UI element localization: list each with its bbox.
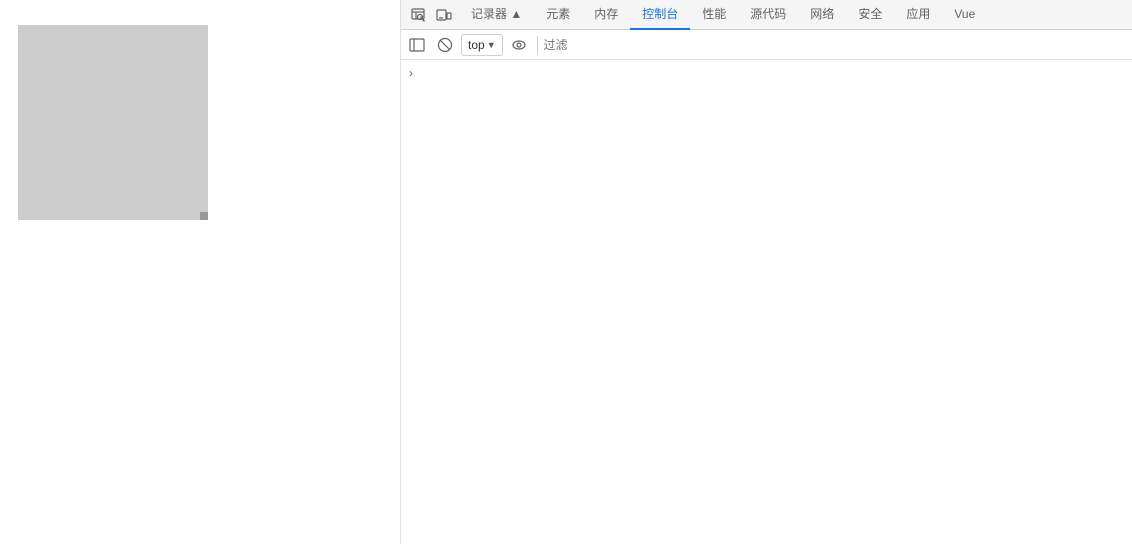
- device-toggle-icon[interactable]: [431, 2, 457, 28]
- clear-console-icon[interactable]: [433, 33, 457, 57]
- console-content: ›: [401, 60, 1132, 544]
- sidebar-toggle-icon[interactable]: [405, 33, 429, 57]
- chevron-down-icon: ▼: [487, 40, 496, 50]
- expand-arrow[interactable]: ›: [401, 64, 421, 82]
- webpage-preview: [18, 25, 208, 220]
- tab-recorder[interactable]: 记录器 ▲: [459, 0, 534, 30]
- tab-vue[interactable]: Vue: [942, 0, 987, 30]
- tab-application[interactable]: 应用: [894, 0, 942, 30]
- tab-performance[interactable]: 性能: [690, 0, 738, 30]
- filter-input[interactable]: [544, 34, 1128, 56]
- inspect-element-icon[interactable]: [405, 2, 431, 28]
- tab-network[interactable]: 网络: [798, 0, 846, 30]
- devtools-tabs-row: 记录器 ▲ 元素 内存 控制台 性能 源代码 网络 安全: [401, 0, 1132, 30]
- context-selector[interactable]: top ▼: [461, 34, 503, 56]
- tab-sources[interactable]: 源代码: [738, 0, 798, 30]
- eye-icon[interactable]: [507, 33, 531, 57]
- tab-elements[interactable]: 元素: [534, 0, 582, 30]
- tab-console[interactable]: 控制台: [630, 0, 690, 30]
- console-toolbar: top ▼: [401, 30, 1132, 60]
- toolbar-divider: [537, 36, 538, 54]
- tab-security[interactable]: 安全: [846, 0, 894, 30]
- tab-memory[interactable]: 内存: [582, 0, 630, 30]
- left-panel: [0, 0, 400, 544]
- resize-handle[interactable]: [200, 212, 208, 220]
- devtools-panel: 记录器 ▲ 元素 内存 控制台 性能 源代码 网络 安全: [400, 0, 1132, 544]
- devtools-tabs: 记录器 ▲ 元素 内存 控制台 性能 源代码 网络 安全: [459, 0, 987, 29]
